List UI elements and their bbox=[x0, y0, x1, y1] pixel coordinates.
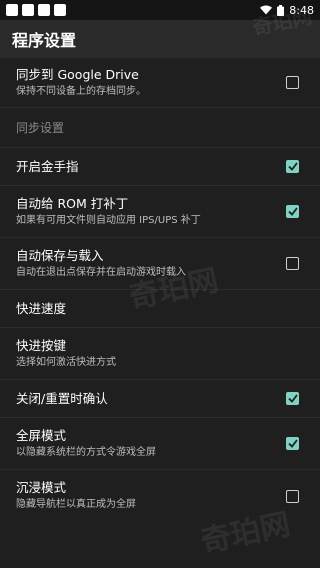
notification-icon bbox=[38, 4, 50, 16]
notification-icons bbox=[6, 4, 66, 16]
setting-google-drive[interactable]: 同步到 Google Drive 保持不同设备上的存档同步。 bbox=[0, 58, 320, 108]
setting-auto-save[interactable]: 自动保存与载入 自动在退出点保存并在启动游戏时载入 bbox=[0, 238, 320, 290]
notification-icon bbox=[6, 4, 18, 16]
google-drive-checkbox[interactable] bbox=[286, 76, 299, 89]
setting-subtitle: 隐藏导航栏以真正成为全屏 bbox=[16, 499, 136, 510]
setting-golden-finger[interactable]: 开启金手指 bbox=[0, 148, 320, 186]
setting-subtitle: 选择如何激活快进方式 bbox=[16, 356, 116, 368]
page-title: 程序设置 bbox=[12, 31, 77, 50]
setting-title: 全屏模式 bbox=[16, 427, 67, 443]
setting-subtitle: 自动在退出点保存并在启动游戏时载入 bbox=[16, 266, 186, 278]
setting-subtitle: 保持不同设备上的存档同步。 bbox=[16, 85, 146, 97]
setting-title: 同步到 Google Drive bbox=[16, 66, 139, 82]
setting-confirm-close[interactable]: 关闭/重置时确认 bbox=[0, 380, 320, 418]
notification-icon bbox=[22, 4, 34, 16]
section-header-sync: 同步设置 bbox=[0, 108, 320, 148]
status-time: 8:48 bbox=[289, 3, 314, 17]
setting-fast-key[interactable]: 快进按键 选择如何激活快进方式 bbox=[0, 328, 320, 380]
setting-fullscreen[interactable]: 全屏模式 以隐藏系统栏的方式令游戏全屏 bbox=[0, 418, 320, 470]
setting-title: 沉浸模式 bbox=[16, 480, 67, 495]
wifi-icon bbox=[260, 5, 273, 15]
auto-patch-checkbox[interactable] bbox=[286, 205, 299, 218]
fullscreen-checkbox[interactable] bbox=[286, 437, 299, 450]
setting-subtitle: 如果有可用文件则自动应用 IPS/UPS 补丁 bbox=[16, 214, 201, 226]
setting-title: 自动给 ROM 打补丁 bbox=[16, 195, 129, 211]
notification-icon bbox=[54, 4, 66, 16]
battery-icon bbox=[277, 4, 285, 16]
setting-fast-speed[interactable]: 快进速度 bbox=[0, 290, 320, 328]
setting-title: 快进速度 bbox=[16, 300, 67, 316]
status-bar: 8:48 bbox=[0, 0, 320, 20]
setting-title: 开启金手指 bbox=[16, 158, 79, 174]
setting-title: 关闭/重置时确认 bbox=[16, 390, 108, 406]
setting-immersive[interactable]: 沉浸模式 隐藏导航栏以真正成为全屏 bbox=[0, 470, 320, 522]
setting-title: 快进按键 bbox=[16, 337, 67, 353]
setting-title: 自动保存与载入 bbox=[16, 247, 104, 263]
app-bar: 程序设置 bbox=[0, 20, 320, 58]
golden-finger-checkbox[interactable] bbox=[286, 160, 299, 173]
setting-subtitle: 以隐藏系统栏的方式令游戏全屏 bbox=[16, 446, 156, 458]
settings-list: 同步到 Google Drive 保持不同设备上的存档同步。 同步设置 开启金手… bbox=[0, 58, 320, 522]
auto-save-checkbox[interactable] bbox=[286, 257, 299, 270]
immersive-checkbox[interactable] bbox=[286, 489, 299, 503]
setting-auto-patch[interactable]: 自动给 ROM 打补丁 如果有可用文件则自动应用 IPS/UPS 补丁 bbox=[0, 186, 320, 238]
confirm-close-checkbox[interactable] bbox=[286, 392, 299, 405]
